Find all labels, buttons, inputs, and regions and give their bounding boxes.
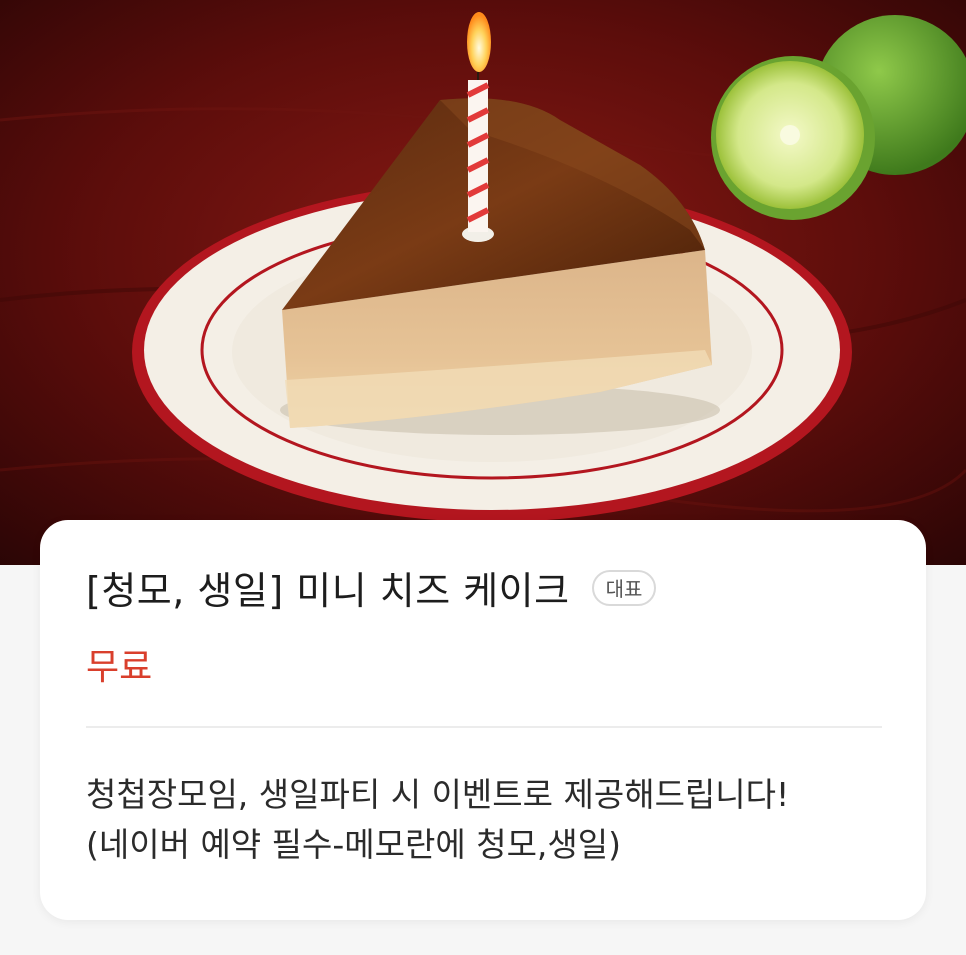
menu-title: [청모, 생일] 미니 치즈 케이크 <box>86 569 570 613</box>
cheesecake-photo <box>0 0 966 565</box>
representative-badge: 대표 <box>591 569 657 606</box>
description-line: 청첩장모임, 생일파티 시 이벤트로 제공해드립니다! <box>86 775 790 814</box>
title-row: [청모, 생일] 미니 치즈 케이크 대표 <box>86 560 657 615</box>
menu-item-page: [청모, 생일] 미니 치즈 케이크 대표 무료 청첩장모임, 생일파티 시 이… <box>0 0 966 955</box>
divider <box>86 726 882 728</box>
menu-photo[interactable] <box>0 0 966 565</box>
description-line: (네이버 예약 필수-메모란에 청모,생일) <box>86 825 622 864</box>
menu-description: 청첩장모임, 생일파티 시 이벤트로 제공해드립니다! (네이버 예약 필수-메… <box>86 770 896 870</box>
menu-price: 무료 <box>86 647 153 688</box>
menu-info-card: [청모, 생일] 미니 치즈 케이크 대표 무료 청첩장모임, 생일파티 시 이… <box>40 520 926 920</box>
